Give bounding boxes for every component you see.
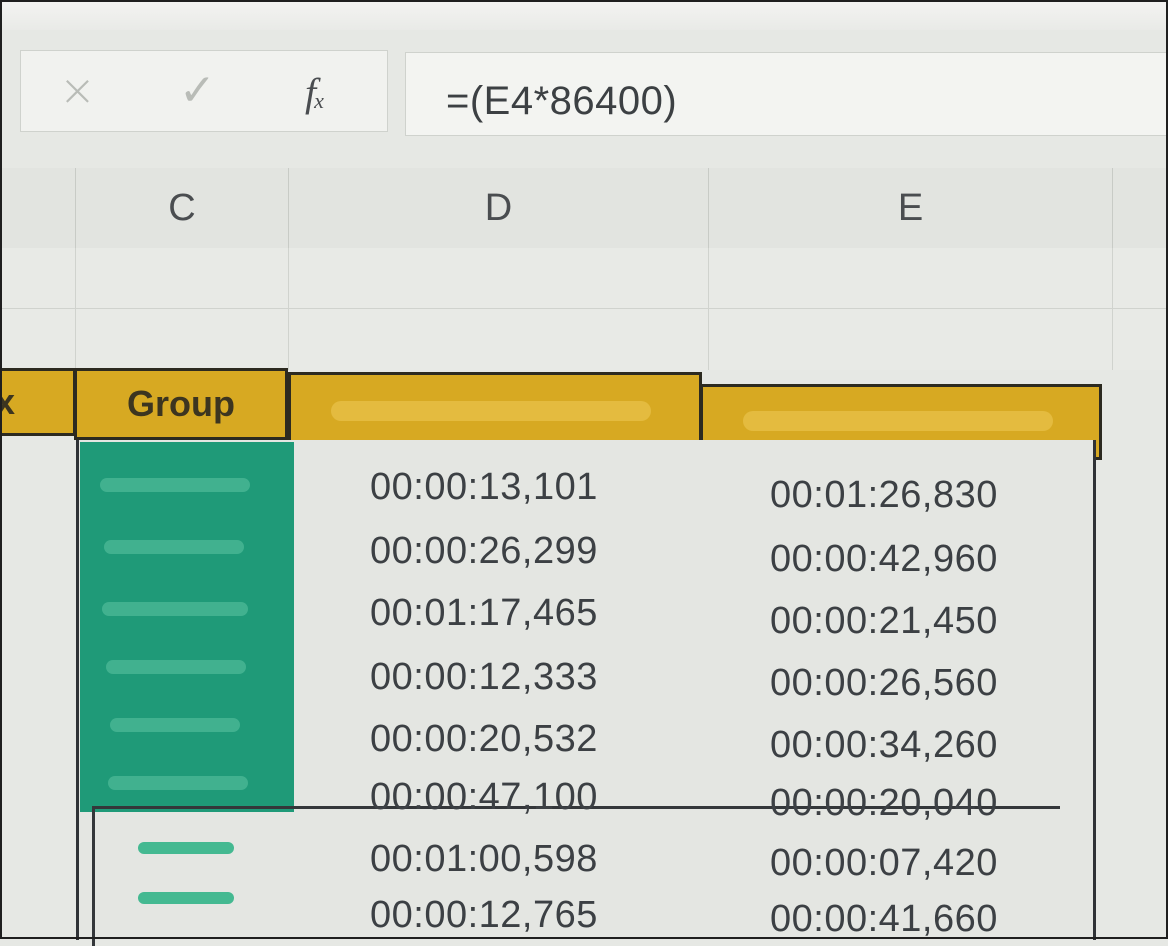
cell-d-value[interactable]: 00:01:17,465 [370,592,598,635]
redacted-group-text [138,892,234,904]
fx-sub: x [314,88,324,113]
cell-d-value[interactable]: 00:00:12,765 [370,894,598,937]
redacted-header-cell-d[interactable] [288,372,702,448]
cell-d-value[interactable]: 00:00:26,299 [370,530,598,573]
column-header-e[interactable]: E [709,168,1113,248]
redacted-text [743,411,1053,431]
column-header-bar: C D E [0,168,1168,249]
cell-e-value[interactable]: 00:00:42,960 [770,538,998,581]
cell-e-value[interactable]: 00:00:41,660 [770,898,998,941]
insert-function-button[interactable]: fx [305,71,326,121]
empty-cells[interactable] [0,248,1168,370]
redacted-group-text [138,842,234,854]
column-header-c[interactable]: C [76,168,289,248]
redacted-text [331,401,651,421]
redacted-text [104,540,244,554]
group-cell-redacted[interactable] [80,442,294,812]
cell-e-value[interactable]: 00:00:21,450 [770,600,998,643]
cell-e-value[interactable]: 00:00:26,560 [770,662,998,705]
group-header-cell[interactable]: Group [74,368,288,440]
column-header-b[interactable] [0,168,76,248]
ribbon-edge [0,0,1168,30]
redacted-text [110,718,240,732]
cell-e-value[interactable]: 00:00:20,040 [770,782,998,825]
redacted-text [108,776,248,790]
redacted-text [100,478,250,492]
cell-d-value[interactable]: 00:01:00,598 [370,838,598,881]
formula-controls: × ✓ fx [20,50,388,132]
cell-e-value[interactable]: 00:00:07,420 [770,842,998,885]
cell-e-value[interactable]: 00:01:26,830 [770,474,998,517]
prev-header-fragment: x [0,381,16,422]
cell-d-value[interactable]: 00:00:47,100 [370,776,598,819]
cell-d-value[interactable]: 00:00:12,333 [370,656,598,699]
redacted-text [106,660,246,674]
enter-icon[interactable]: ✓ [179,69,216,113]
prev-column-header-cell[interactable]: x [0,368,76,436]
cell-d-value[interactable]: 00:00:13,101 [370,466,598,509]
cell-e-value[interactable]: 00:00:34,260 [770,724,998,767]
redacted-text [102,602,248,616]
group-separator-left [92,806,95,946]
cell-d-value[interactable]: 00:00:20,532 [370,718,598,761]
column-header-d[interactable]: D [289,168,709,248]
formula-input[interactable]: =(E4*86400) [405,52,1168,136]
cancel-icon[interactable]: × [59,69,96,113]
